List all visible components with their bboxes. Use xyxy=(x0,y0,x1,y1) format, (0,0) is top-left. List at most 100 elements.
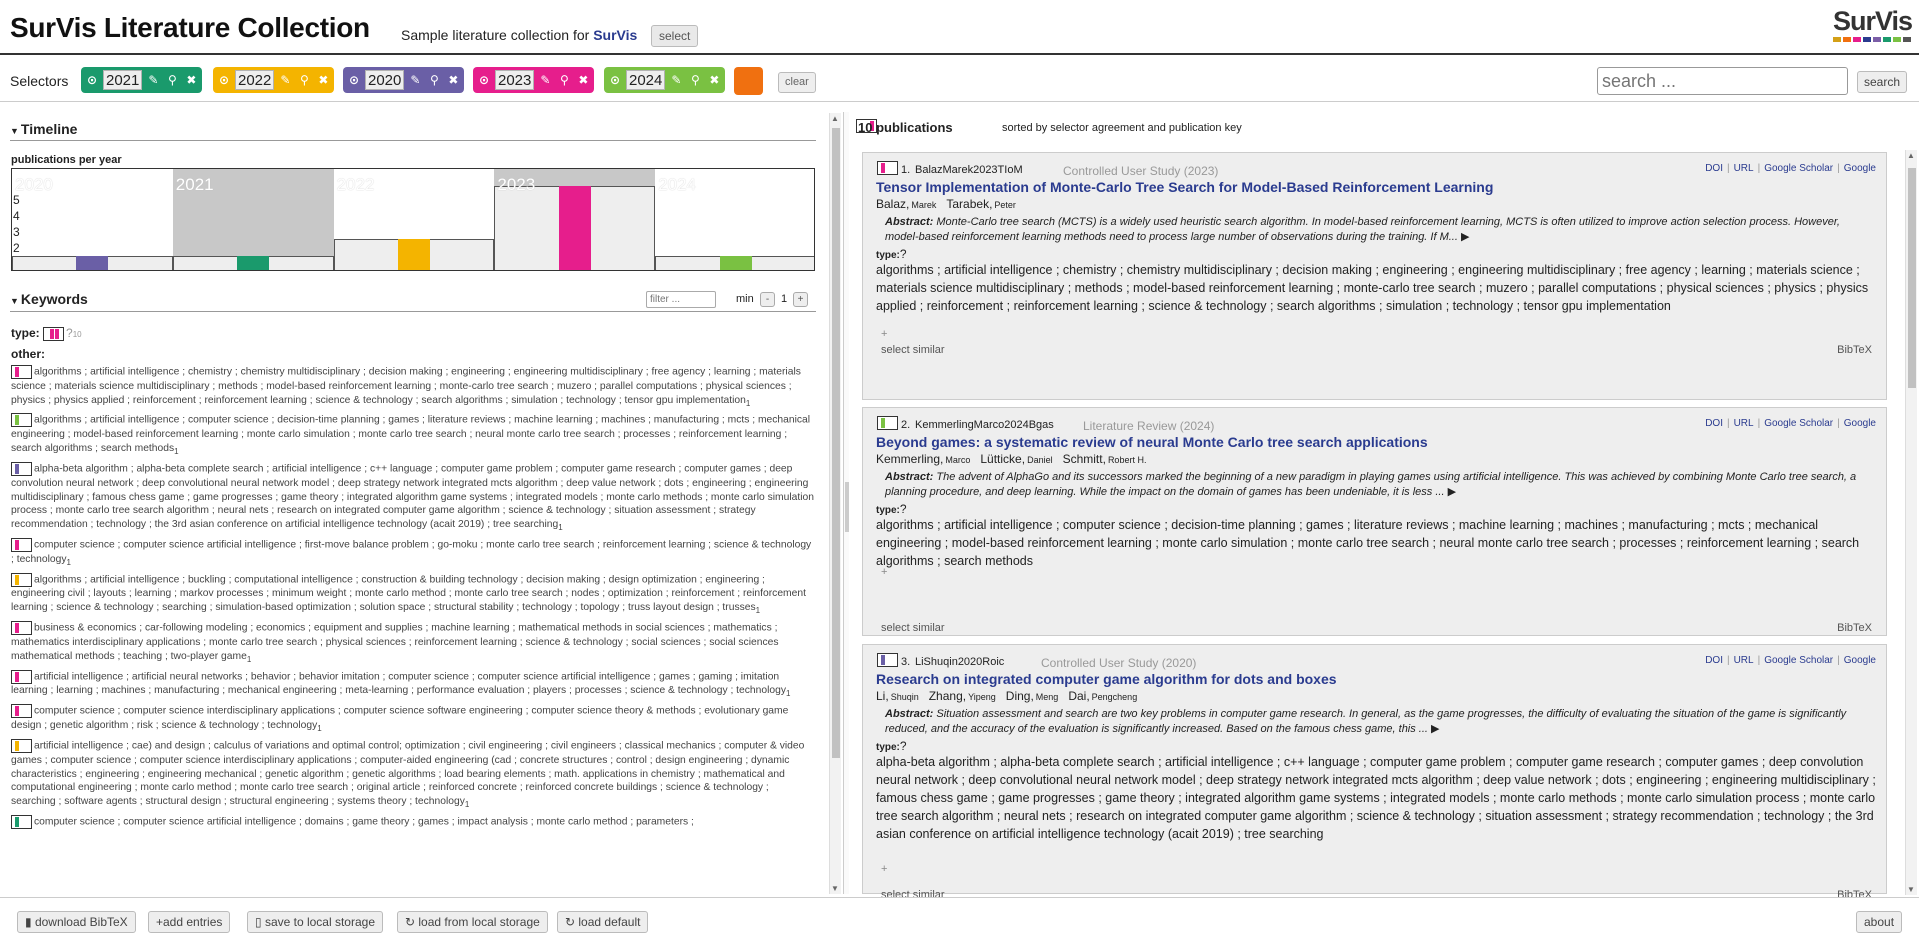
selector-4[interactable]: ⊙ 2024 ✎ ⚲ ✖ xyxy=(604,67,726,93)
lock-icon[interactable]: ⚲ xyxy=(164,72,180,88)
close-icon[interactable]: ✖ xyxy=(706,72,722,88)
keyword-text[interactable]: artificial intelligence ; cae) and desig… xyxy=(11,741,804,808)
select-button[interactable]: select xyxy=(651,25,699,47)
close-icon[interactable]: ✖ xyxy=(445,72,461,88)
save-local-button[interactable]: ▯ save to local storage xyxy=(247,911,383,933)
left-scrollbar-thumb[interactable] xyxy=(832,128,840,758)
keyword-text[interactable]: computer science ; computer science arti… xyxy=(34,817,694,828)
edit-icon[interactable]: ✎ xyxy=(407,72,423,88)
link-url[interactable]: URL xyxy=(1734,163,1754,174)
bibtex-button[interactable]: BibTeX xyxy=(1837,344,1872,356)
timeline-year-4[interactable]: 2024 xyxy=(655,169,814,270)
publication-title[interactable]: Tensor Implementation of Monte-Carlo Tre… xyxy=(876,179,1493,195)
min-increase-button[interactable]: + xyxy=(793,292,808,307)
search-input[interactable] xyxy=(1597,67,1848,95)
keyword-group[interactable]: algorithms ; artificial intelligence ; b… xyxy=(11,572,816,618)
selector-value[interactable]: 2023 xyxy=(495,70,535,90)
publication-abstract[interactable]: Abstract: Situation assessment and searc… xyxy=(885,707,1875,737)
lock-icon[interactable]: ⚲ xyxy=(556,72,572,88)
keyword-text[interactable]: business & economics ; car-following mod… xyxy=(11,623,778,662)
selector-2[interactable]: ⊙ 2020 ✎ ⚲ ✖ xyxy=(343,67,465,93)
selector-value[interactable]: 2021 xyxy=(103,70,143,90)
link-google-scholar[interactable]: Google Scholar xyxy=(1764,418,1833,429)
select-similar-button[interactable]: select similar xyxy=(881,344,945,356)
author-last[interactable]: Lütticke, xyxy=(980,452,1025,466)
publication-keywords[interactable]: algorithms ; artificial intelligence ; c… xyxy=(876,261,1876,315)
publication-card[interactable]: 1. BalazMarek2023TIoM Controlled User Stud… xyxy=(862,152,1887,400)
author-last[interactable]: Ding, xyxy=(1006,689,1034,703)
author-last[interactable]: Balaz, xyxy=(876,197,909,211)
load-default-button[interactable]: ↻ load default xyxy=(557,911,649,933)
author-last[interactable]: Kemmerling, xyxy=(876,452,943,466)
keyword-text[interactable]: algorithms ; artificial intelligence ; c… xyxy=(11,415,810,454)
timeline-chart[interactable]: 2020 2021 2022 2023 2024 2 3 4 5 xyxy=(11,168,815,271)
scroll-up-icon[interactable]: ▲ xyxy=(1907,151,1915,160)
author-last[interactable]: Zhang, xyxy=(929,689,966,703)
keyword-text[interactable]: alpha-beta algorithm ; alpha-beta comple… xyxy=(11,464,814,531)
keyword-group[interactable]: computer science ; computer science arti… xyxy=(11,538,816,570)
link-url[interactable]: URL xyxy=(1734,655,1754,666)
lock-icon[interactable]: ⚲ xyxy=(687,72,703,88)
lock-icon[interactable]: ⚲ xyxy=(426,72,442,88)
link-google[interactable]: Google xyxy=(1844,655,1876,666)
author-last[interactable]: Tarabek, xyxy=(946,197,992,211)
keyword-group[interactable]: computer science ; computer science inte… xyxy=(11,704,816,736)
author-last[interactable]: Li, xyxy=(876,689,889,703)
link-url[interactable]: URL xyxy=(1734,418,1754,429)
publication-card[interactable]: 3. LiShuqin2020Roic Controlled User Study … xyxy=(862,644,1887,901)
timeline-year-2[interactable]: 2022 xyxy=(333,169,495,270)
lock-icon[interactable]: ⚲ xyxy=(296,72,312,88)
link-google-scholar[interactable]: Google Scholar xyxy=(1764,655,1833,666)
left-scrollbar[interactable]: ▲ ▼ xyxy=(829,113,841,894)
timeline-year-3[interactable]: 2023 xyxy=(494,169,656,270)
timeline-year-0[interactable]: 2020 xyxy=(12,169,173,270)
collapse-triangle-icon[interactable]: ▼ xyxy=(10,126,19,136)
link-doi[interactable]: DOI xyxy=(1705,163,1723,174)
keyword-text[interactable]: algorithms ; artificial intelligence ; b… xyxy=(11,575,806,614)
extra-selector[interactable] xyxy=(734,67,763,95)
link-google[interactable]: Google xyxy=(1844,418,1876,429)
toggle-icon[interactable]: ⊙ xyxy=(607,72,623,88)
toggle-icon[interactable]: ⊙ xyxy=(84,72,100,88)
timeline-year-1[interactable]: 2021 xyxy=(172,169,334,270)
edit-icon[interactable]: ✎ xyxy=(277,72,293,88)
search-button[interactable]: search xyxy=(1857,71,1908,93)
keyword-group[interactable]: artificial intelligence ; cae) and desig… xyxy=(11,738,816,812)
author-last[interactable]: Schmitt, xyxy=(1063,452,1106,466)
load-local-button[interactable]: ↻ load from local storage xyxy=(397,911,548,933)
right-scrollbar-thumb[interactable] xyxy=(1908,168,1916,388)
keyword-group[interactable]: computer science ; computer science arti… xyxy=(11,815,816,833)
link-google[interactable]: Google xyxy=(1844,163,1876,174)
select-similar-button[interactable]: select similar xyxy=(881,622,945,634)
toggle-icon[interactable]: ⊙ xyxy=(346,72,362,88)
link-doi[interactable]: DOI xyxy=(1705,655,1723,666)
keyword-group[interactable]: algorithms ; artificial intelligence ; c… xyxy=(11,365,816,410)
selector-0[interactable]: ⊙ 2021 ✎ ⚲ ✖ xyxy=(81,67,203,93)
edit-icon[interactable]: ✎ xyxy=(537,72,553,88)
add-keyword-button[interactable]: + xyxy=(881,328,887,340)
add-keyword-button[interactable]: + xyxy=(881,566,887,578)
divider-grip[interactable] xyxy=(845,482,849,532)
scroll-up-icon[interactable]: ▲ xyxy=(831,114,839,123)
link-google-scholar[interactable]: Google Scholar xyxy=(1764,163,1833,174)
selector-3[interactable]: ⊙ 2023 ✎ ⚲ ✖ xyxy=(473,67,595,93)
keywords-heading[interactable]: ▼ Keywords xyxy=(10,291,640,311)
close-icon[interactable]: ✖ xyxy=(183,72,199,88)
edit-icon[interactable]: ✎ xyxy=(668,72,684,88)
publication-title[interactable]: Beyond games: a systematic review of neu… xyxy=(876,434,1428,450)
publication-abstract[interactable]: Abstract: The advent of AlphaGo and its … xyxy=(885,470,1875,500)
right-scrollbar[interactable]: ▲ ▼ xyxy=(1905,150,1917,895)
publication-keywords[interactable]: alpha-beta algorithm ; alpha-beta comple… xyxy=(876,753,1876,843)
min-decrease-button[interactable]: - xyxy=(760,292,775,307)
keyword-text[interactable]: algorithms ; artificial intelligence ; c… xyxy=(11,367,801,406)
selector-value[interactable]: 2024 xyxy=(626,70,666,90)
toggle-icon[interactable]: ⊙ xyxy=(216,72,232,88)
keyword-group[interactable]: artificial intelligence ; artificial neu… xyxy=(11,669,816,702)
edit-icon[interactable]: ✎ xyxy=(145,72,161,88)
keyword-group[interactable]: alpha-beta algorithm ; alpha-beta comple… xyxy=(11,461,816,535)
close-icon[interactable]: ✖ xyxy=(315,72,331,88)
link-doi[interactable]: DOI xyxy=(1705,418,1723,429)
type-keyword[interactable]: type: ?10 xyxy=(11,326,82,341)
publication-abstract[interactable]: Abstract: Monte-Carlo tree search (MCTS)… xyxy=(885,215,1875,245)
author-last[interactable]: Dai, xyxy=(1068,689,1089,703)
